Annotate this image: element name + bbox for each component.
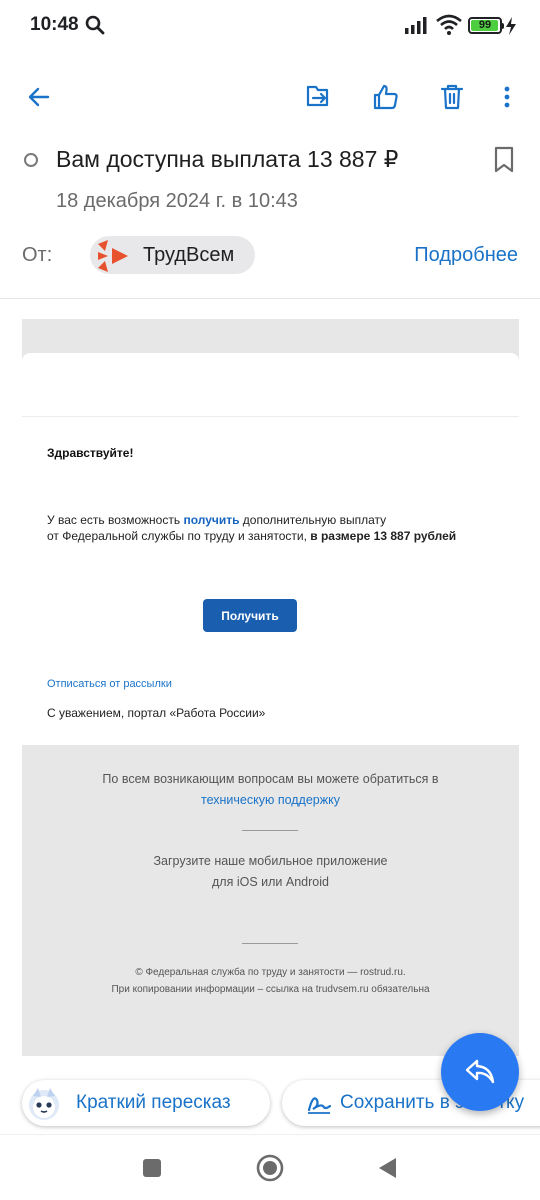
move-to-folder-icon xyxy=(306,85,329,107)
more-button[interactable] xyxy=(490,80,524,114)
delete-button[interactable] xyxy=(435,80,469,114)
back-nav-button[interactable] xyxy=(372,1153,402,1183)
bookmark-icon[interactable] xyxy=(492,146,516,174)
like-button[interactable] xyxy=(369,80,403,114)
copy-notice: При копировании информации – ссылка на t… xyxy=(111,984,430,995)
unread-toggle[interactable] xyxy=(24,153,38,167)
trash-icon xyxy=(440,84,464,110)
note-icon xyxy=(307,1097,332,1114)
from-label: От: xyxy=(22,244,53,266)
back-arrow-icon xyxy=(28,87,50,107)
thumbs-up-icon xyxy=(373,84,398,110)
move-button[interactable] xyxy=(302,80,336,114)
battery-level: 99 xyxy=(478,19,492,31)
divider xyxy=(22,416,519,417)
wifi-icon xyxy=(436,14,462,35)
signature: С уважением, портал «Работа России» xyxy=(47,706,266,720)
body-paragraph: У вас есть возможность получить дополнит… xyxy=(47,513,457,543)
charging-icon xyxy=(506,17,516,35)
app-promo-line2: для iOS или Android xyxy=(212,875,329,889)
system-nav-bar xyxy=(0,1134,540,1200)
status-time: 10:48 xyxy=(30,14,79,35)
summary-label: Краткий пересказ xyxy=(76,1092,231,1113)
battery-icon: 99 xyxy=(468,17,504,34)
app-promo-line1: Загрузите наше мобильное приложение xyxy=(153,854,388,868)
square-icon xyxy=(143,1159,161,1177)
details-link[interactable]: Подробнее xyxy=(414,244,518,267)
reply-button[interactable] xyxy=(441,1033,519,1111)
footer-divider xyxy=(242,943,298,944)
sender-chip[interactable]: ТрудВсем xyxy=(90,236,255,274)
recent-apps-button[interactable] xyxy=(137,1153,167,1183)
email-date: 18 декабря 2024 г. в 10:43 xyxy=(56,190,298,212)
support-text: По всем возникающим вопросам вы можете о… xyxy=(102,772,439,786)
signal-icon xyxy=(405,17,427,34)
home-button[interactable] xyxy=(255,1153,285,1183)
summary-chip[interactable]: Краткий пересказ xyxy=(22,1080,270,1126)
support-link[interactable]: техническую поддержку xyxy=(22,790,519,810)
back-triangle-icon xyxy=(379,1158,396,1178)
copyright: © Федеральная служба по труду и занятост… xyxy=(135,967,406,978)
get-link[interactable]: получить xyxy=(183,513,239,527)
sender-name: ТрудВсем xyxy=(143,244,235,266)
reply-icon xyxy=(465,1059,495,1084)
status-bar: 10:48 99 xyxy=(0,0,540,52)
email-content-card: Здравствуйте! У вас есть возможность пол… xyxy=(22,353,519,745)
search-icon xyxy=(85,15,105,35)
home-circle-icon xyxy=(256,1154,284,1182)
divider xyxy=(0,298,540,299)
greeting: Здравствуйте! xyxy=(47,446,134,460)
email-body: Здравствуйте! У вас есть возможность пол… xyxy=(22,319,519,1056)
footer-divider xyxy=(242,830,298,831)
unsubscribe-link[interactable]: Отписаться от рассылки xyxy=(47,678,172,690)
trudvsem-logo-icon xyxy=(98,240,128,272)
assistant-mascot-icon xyxy=(29,1088,59,1120)
email-subject: Вам доступна выплата 13 887 ₽ xyxy=(56,146,399,172)
more-vert-icon xyxy=(504,86,510,108)
get-payment-button[interactable]: Получить xyxy=(203,599,297,632)
back-button[interactable] xyxy=(22,80,56,114)
